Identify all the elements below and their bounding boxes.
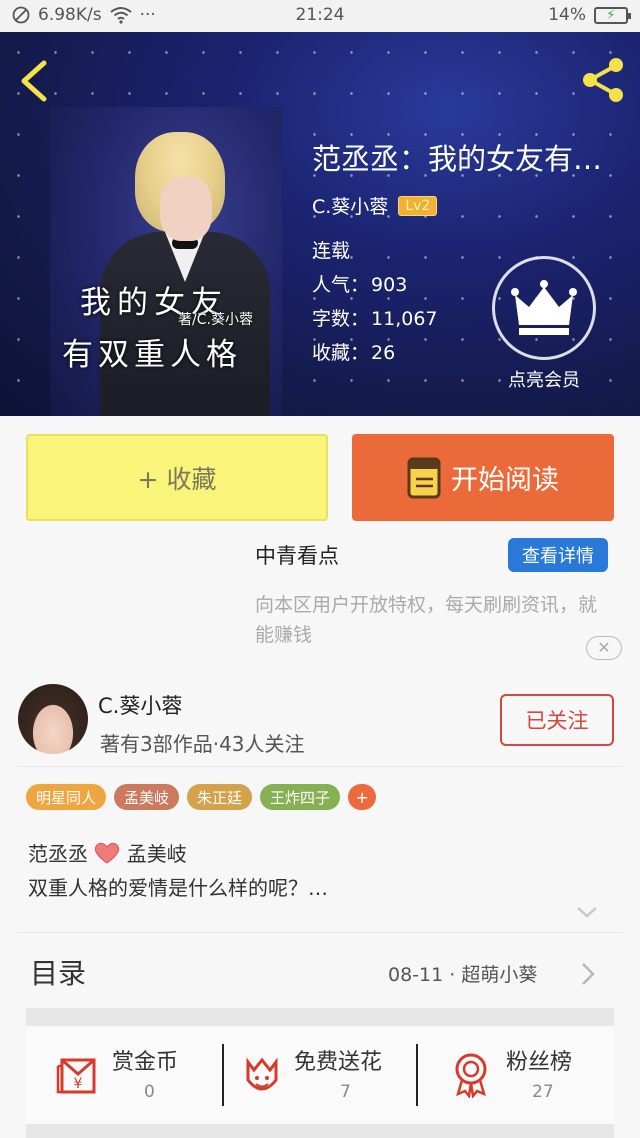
collect-count-label: 收藏：: [312, 342, 370, 364]
popularity-row: 人气： 903: [312, 270, 407, 297]
book-title: 范丞丞：我的女友有…: [312, 142, 603, 176]
fan-ranking-stat[interactable]: 粉丝榜 27: [450, 1026, 614, 1124]
tag-chip[interactable]: 朱正廷: [187, 784, 253, 810]
toc-label[interactable]: 目录: [30, 952, 86, 992]
back-arrow-icon[interactable]: [16, 58, 52, 104]
share-icon[interactable]: [578, 56, 628, 104]
ad-view-details-button[interactable]: 查看详情: [508, 538, 608, 572]
cover-title-line2: 有双重人格: [62, 337, 242, 373]
svg-text:¥: ¥: [74, 1076, 83, 1092]
popularity-label: 人气：: [312, 274, 370, 296]
free-flower-stat[interactable]: 免费送花 7: [242, 1026, 422, 1124]
book-header: 我的女友 著/C.葵小蓉 有双重人格 范丞丞：我的女友有… C.葵小蓉 Lv2 …: [0, 32, 640, 416]
tag-list: 明星同人 孟美岐 朱正廷 王炸四子 +: [26, 784, 377, 810]
cover-figure-face: [160, 177, 212, 241]
author-name-link[interactable]: C.葵小蓉: [312, 192, 388, 219]
level-badge: Lv2: [398, 195, 438, 216]
battery-percent: 14%: [548, 5, 586, 25]
reward-coin-icon: ¥: [56, 1058, 96, 1094]
start-reading-label: 开始阅读: [451, 465, 559, 496]
fan-ranking-icon: [455, 1053, 487, 1098]
collect-count-value: 26: [371, 342, 396, 364]
add-tag-button[interactable]: +: [348, 784, 377, 810]
free-flower-label: 免费送花: [294, 1050, 383, 1075]
ad-title: 中青看点: [255, 544, 339, 568]
popularity-value: 903: [371, 274, 408, 296]
chevron-right-icon[interactable]: [580, 961, 596, 987]
reward-coin-value: 0: [144, 1082, 155, 1102]
ad-description: 向本区用户开放特权，每天刷刷资讯，就能赚钱: [255, 594, 598, 646]
status-right: 14% ⚡: [548, 5, 631, 25]
fan-ranking-value: 27: [532, 1082, 554, 1102]
status-bar: 6.98K/s ··· 21:24 14% ⚡: [0, 0, 640, 32]
collect-count-row: 收藏： 26: [312, 338, 395, 365]
reward-coin-label: 赏金币: [112, 1050, 179, 1075]
tag-chip[interactable]: 明星同人: [26, 784, 107, 810]
author-card-name[interactable]: C.葵小蓉: [98, 690, 182, 720]
bottom-separator: [26, 1124, 614, 1138]
description-name-right: 孟美岐: [126, 842, 187, 866]
author-row: C.葵小蓉 Lv2: [312, 192, 438, 219]
book-icon: [407, 457, 441, 498]
follow-button[interactable]: 已关注: [500, 694, 614, 746]
word-count-value: 11,067: [371, 308, 438, 330]
flower-icon: [246, 1057, 278, 1091]
book-content: + 收藏 开始阅读 中青看点 查看详情 向本区用户开放特权，每天刷刷资讯，就能赚…: [0, 416, 640, 1138]
stat-separator: [416, 1044, 418, 1106]
author-avatar[interactable]: [18, 684, 88, 754]
battery-icon: ⚡: [594, 6, 631, 24]
stat-separator: [222, 1044, 224, 1106]
word-count-row: 字数： 11,067: [312, 304, 438, 331]
description-name-left: 范丞丞: [28, 842, 88, 866]
reward-coin-stat[interactable]: ¥ 赏金币 0: [56, 1026, 226, 1124]
fan-ranking-label: 粉丝榜: [506, 1050, 573, 1075]
tag-chip[interactable]: 孟美岐: [114, 784, 180, 810]
section-separator: [26, 1008, 614, 1026]
stats-bar: ¥ 赏金币 0 免费送花 7 粉丝榜 27: [26, 1026, 614, 1124]
heart-icon: [95, 842, 120, 864]
vip-crown-button[interactable]: [492, 256, 596, 360]
word-count-label: 字数：: [312, 308, 370, 330]
author-card-stats: 著有3部作品·43人关注: [100, 732, 305, 756]
description-line1: 范丞丞 孟美岐: [28, 838, 187, 867]
book-detail-page: 6.98K/s ··· 21:24 14% ⚡ 我的女友 著/C.葵小蓉 有双重…: [0, 0, 640, 1138]
cover-author: 著/C.葵小蓉: [178, 312, 253, 328]
crown-icon: [511, 280, 577, 335]
free-flower-value: 7: [340, 1082, 351, 1102]
serial-status: 连载: [312, 240, 351, 262]
divider: [18, 932, 622, 933]
tag-chip[interactable]: 王炸四子: [260, 784, 341, 810]
vip-label[interactable]: 点亮会员: [496, 366, 592, 392]
collect-button[interactable]: + 收藏: [26, 434, 328, 521]
divider: [18, 766, 622, 767]
ad-close-button[interactable]: ✕: [586, 636, 622, 660]
clock: 21:24: [295, 5, 345, 25]
expand-chevron-icon[interactable]: [576, 904, 598, 920]
toc-latest-update[interactable]: 08-11 · 超萌小葵: [388, 960, 537, 987]
description-line2: 双重人格的爱情是什么样的呢？…: [28, 876, 328, 900]
book-cover[interactable]: 我的女友 著/C.葵小蓉 有双重人格: [50, 107, 282, 416]
start-reading-button[interactable]: 开始阅读: [352, 434, 614, 521]
